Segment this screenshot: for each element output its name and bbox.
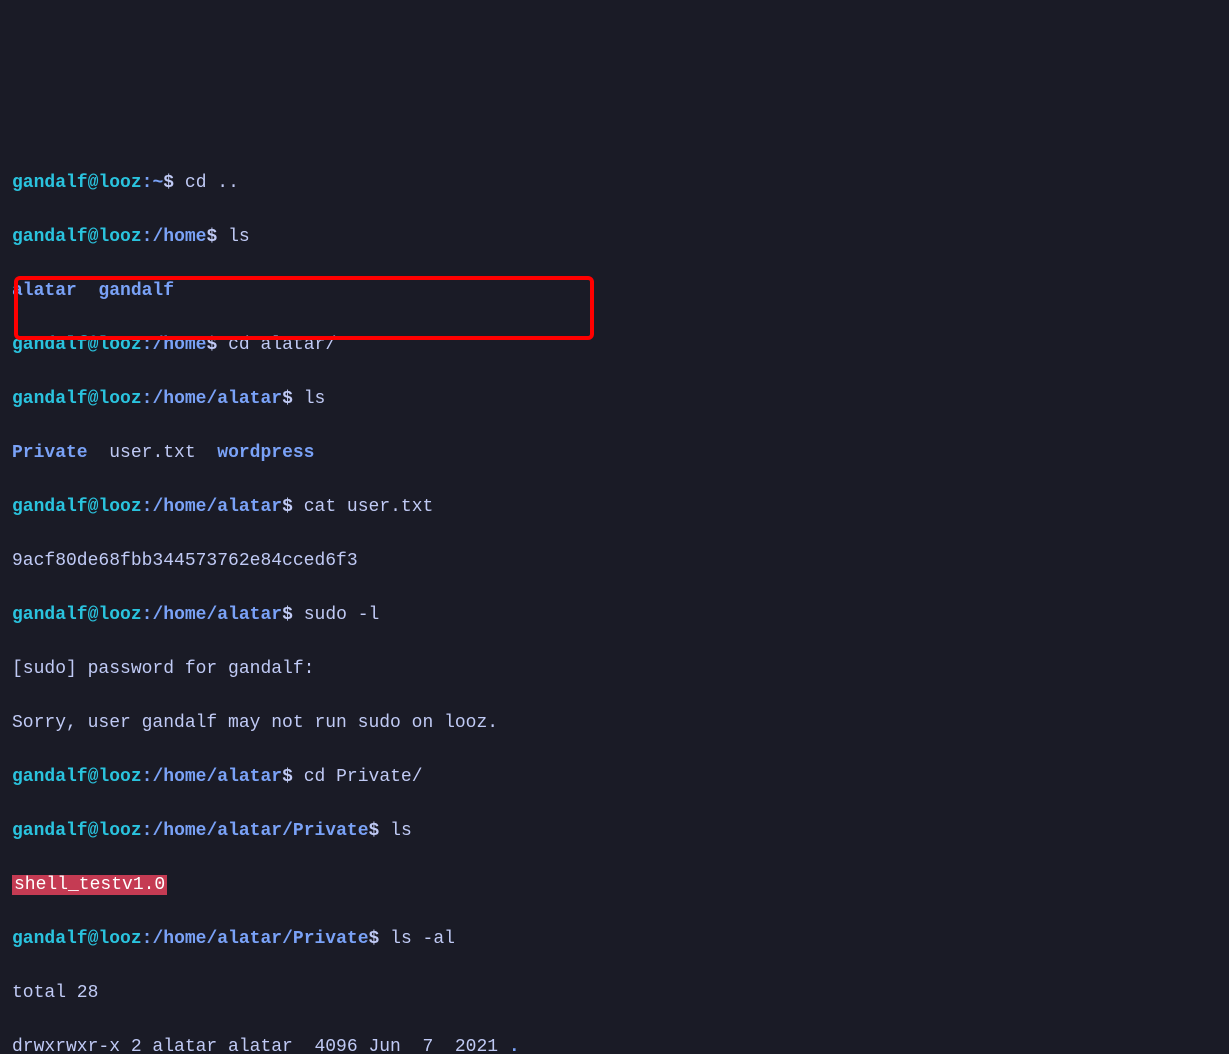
file: user.txt <box>109 443 195 463</box>
permissions: drwxrwxr-x 2 alatar alatar 4096 Jun 7 20… <box>12 1037 509 1054</box>
directory: gandalf <box>98 281 174 301</box>
terminal-line: gandalf@looz:/home$ cd alatar/ <box>12 332 1217 359</box>
prompt-user: gandalf@looz <box>12 173 142 193</box>
command-text: ls <box>304 389 326 409</box>
terminal-output[interactable]: gandalf@looz:~$ cd .. gandalf@looz:/home… <box>12 116 1217 1054</box>
ls-al-row: drwxrwxr-x 2 alatar alatar 4096 Jun 7 20… <box>12 1034 1217 1054</box>
terminal-line: gandalf@looz:/home/alatar/Private$ ls <box>12 818 1217 845</box>
prompt-user: gandalf@looz <box>12 821 142 841</box>
directory: wordpress <box>217 443 314 463</box>
command-text: sudo -l <box>304 605 380 625</box>
terminal-line: gandalf@looz:/home/alatar$ sudo -l <box>12 602 1217 629</box>
dir-dot: . <box>509 1037 520 1054</box>
command-text: cd Private/ <box>304 767 423 787</box>
prompt-user: gandalf@looz <box>12 335 142 355</box>
command-text: cd alatar/ <box>228 335 336 355</box>
output-line: [sudo] password for gandalf: <box>12 656 1217 683</box>
suid-file: shell_testv1.0 <box>12 875 167 895</box>
terminal-line: gandalf@looz:/home/alatar$ ls <box>12 386 1217 413</box>
output-line: Sorry, user gandalf may not run sudo on … <box>12 710 1217 737</box>
terminal-line: gandalf@looz:/home/alatar$ cat user.txt <box>12 494 1217 521</box>
terminal-line: gandalf@looz:/home/alatar/Private$ ls -a… <box>12 926 1217 953</box>
prompt-user: gandalf@looz <box>12 767 142 787</box>
command-text: cat user.txt <box>304 497 434 517</box>
ls-output: alatar gandalf <box>12 278 1217 305</box>
terminal-line: gandalf@looz:~$ cd .. <box>12 170 1217 197</box>
prompt-user: gandalf@looz <box>12 497 142 517</box>
output-line: total 28 <box>12 980 1217 1007</box>
terminal-line: gandalf@looz:/home$ ls <box>12 224 1217 251</box>
prompt-user: gandalf@looz <box>12 929 142 949</box>
command-text: cd .. <box>185 173 239 193</box>
prompt-user: gandalf@looz <box>12 389 142 409</box>
directory: alatar <box>12 281 77 301</box>
terminal-line: gandalf@looz:/home/alatar$ cd Private/ <box>12 764 1217 791</box>
file-output: 9acf80de68fbb344573762e84cced6f3 <box>12 548 1217 575</box>
command-text: ls <box>390 821 412 841</box>
directory: Private <box>12 443 88 463</box>
flag-hash: 9acf80de68fbb344573762e84cced6f3 <box>12 551 358 571</box>
command-text: ls -al <box>390 929 455 949</box>
command-text: ls <box>228 227 250 247</box>
prompt-user: gandalf@looz <box>12 605 142 625</box>
prompt-user: gandalf@looz <box>12 227 142 247</box>
ls-output: Private user.txt wordpress <box>12 440 1217 467</box>
ls-output: shell_testv1.0 <box>12 872 1217 899</box>
